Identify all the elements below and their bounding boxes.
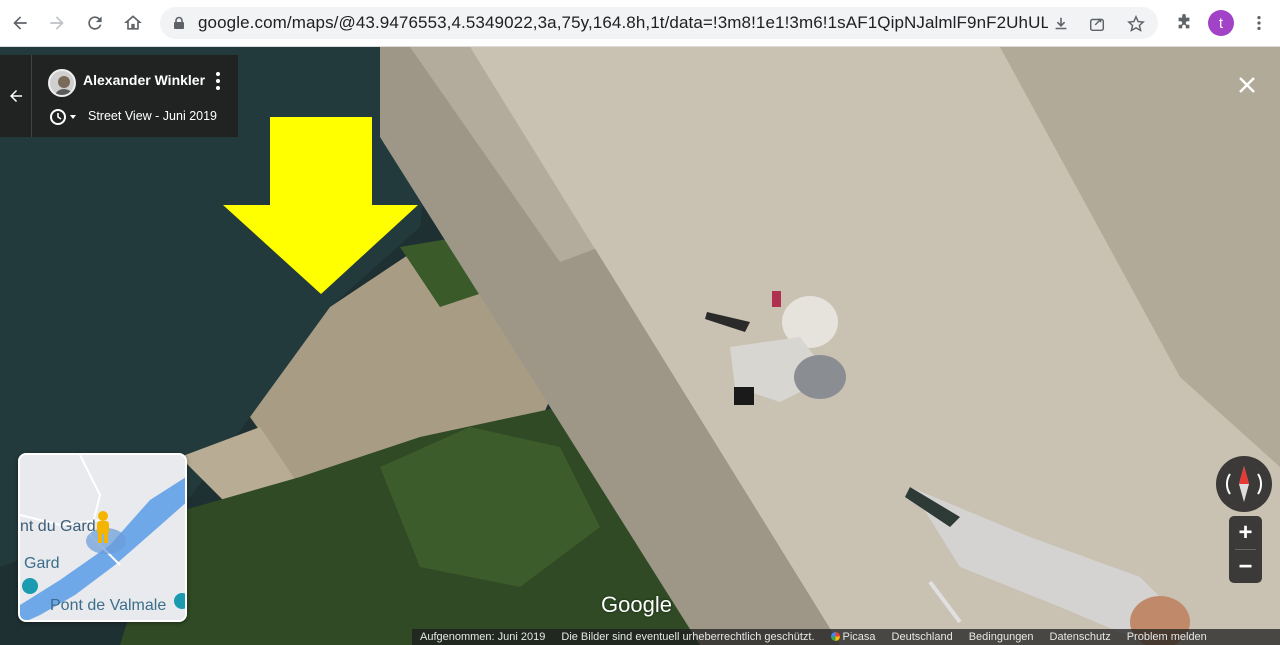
star-icon[interactable] [1125, 13, 1147, 35]
minimap[interactable]: nt du Gard Gard Pont de Valmale [18, 453, 187, 622]
author-avatar[interactable] [48, 69, 76, 97]
forward-arrow-icon[interactable] [42, 8, 72, 38]
copyright-notice: Die Bilder sind eventuell urheberrechtli… [561, 631, 815, 643]
lock-icon[interactable] [172, 16, 186, 30]
history-icon[interactable] [48, 107, 78, 127]
url-text[interactable]: google.com/maps/@43.9476553,4.5349022,3a… [198, 13, 1048, 33]
puzzle-icon[interactable] [1171, 10, 1197, 36]
picasa-icon [830, 632, 840, 641]
more-vert-icon[interactable] [1246, 10, 1272, 36]
streetview-info-card: Alexander Winkler Street View - Juni 201… [0, 55, 238, 137]
compass-icon[interactable] [1216, 456, 1272, 512]
privacy-link[interactable]: Datenschutz [1042, 631, 1119, 643]
street-view-panorama[interactable]: Alexander Winkler Street View - Juni 201… [0, 47, 1280, 645]
close-icon[interactable] [1232, 70, 1262, 100]
streetview-date: Street View - Juni 2019 [88, 109, 218, 123]
report-problem-link[interactable]: Problem melden [1119, 631, 1215, 643]
country-link[interactable]: Deutschland [884, 631, 961, 643]
map-label: Gard [24, 555, 60, 572]
back-arrow-icon[interactable] [5, 8, 35, 38]
address-bar[interactable]: google.com/maps/@43.9476553,4.5349022,3a… [160, 7, 1158, 39]
map-label: Pont de Valmale [50, 597, 167, 614]
terms-link[interactable]: Bedingungen [961, 631, 1042, 643]
download-icon[interactable] [1050, 13, 1072, 35]
reload-icon[interactable] [80, 8, 110, 38]
back-arrow-icon[interactable] [0, 55, 32, 137]
share-icon[interactable] [1086, 13, 1108, 35]
zoom-out-button[interactable]: − [1229, 550, 1262, 583]
pegman-icon[interactable] [93, 510, 113, 544]
profile-avatar[interactable]: t [1208, 10, 1234, 36]
author-name[interactable]: Alexander Winkler [83, 72, 205, 88]
attribution-bar: Aufgenommen: Juni 2019 Die Bilder sind e… [412, 629, 1280, 645]
home-icon[interactable] [118, 8, 148, 38]
more-vert-icon[interactable] [210, 69, 226, 93]
zoom-control: + − [1229, 516, 1262, 583]
zoom-in-button[interactable]: + [1229, 516, 1262, 549]
capture-date: Aufgenommen: Juni 2019 [420, 631, 546, 643]
map-label: nt du Gard [20, 518, 96, 535]
browser-toolbar: google.com/maps/@43.9476553,4.5349022,3a… [0, 0, 1280, 47]
google-logo: Google [601, 592, 672, 617]
picasa-link[interactable]: Picasa [823, 631, 884, 643]
